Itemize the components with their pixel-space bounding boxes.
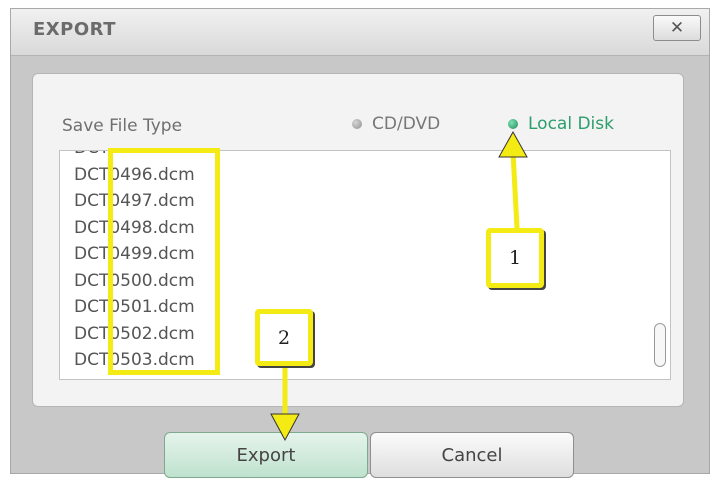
- callout-1: 1: [486, 228, 544, 288]
- arrow-1-shaft: [510, 151, 520, 229]
- callout-1-number: 1: [508, 247, 522, 269]
- callout-2: 2: [255, 309, 313, 366]
- callout-2-number: 2: [277, 326, 291, 349]
- annotation-arrows: [270, 130, 528, 442]
- arrow-1-head: [498, 130, 528, 158]
- arrow-2-head: [270, 413, 300, 442]
